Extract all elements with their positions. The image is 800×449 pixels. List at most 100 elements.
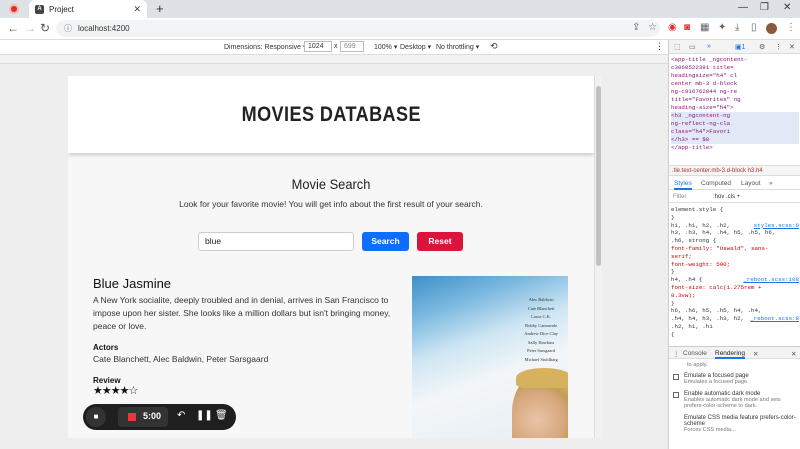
dimension-separator: x bbox=[334, 43, 338, 50]
styles-tabs: Styles Computed Layout » bbox=[669, 177, 800, 190]
render-option[interactable]: Enable automatic dark mode Enables automa… bbox=[673, 391, 799, 409]
render-option-desc: Emulates a focused page. bbox=[684, 379, 749, 385]
minimize-icon[interactable]: — bbox=[738, 2, 748, 13]
close-rendering-tab-icon[interactable]: ✕ bbox=[753, 350, 758, 358]
throttling-label: No throttling bbox=[436, 44, 474, 51]
back-icon[interactable]: ← bbox=[7, 21, 19, 35]
viewport-height-input[interactable]: 699 bbox=[340, 41, 364, 52]
sidebar-icon[interactable]: ▯ bbox=[751, 22, 757, 33]
elements-tree[interactable]: <app-title _ngcontent- c3060522391 title… bbox=[671, 56, 799, 152]
close-drawer-icon[interactable]: ✕ bbox=[791, 350, 796, 358]
recording-timer: 5:00 bbox=[143, 411, 162, 421]
actors-list: Cate Blanchett, Alec Baldwin, Peter Sars… bbox=[93, 354, 269, 364]
zoom-select[interactable]: 100% ▾ bbox=[374, 43, 397, 51]
code-line-selected: class="h4">Favori bbox=[671, 128, 799, 136]
close-tab-icon[interactable]: ✕ bbox=[133, 4, 141, 15]
extension-grid-icon[interactable]: ▦ bbox=[700, 22, 709, 33]
bookmark-star-icon[interactable]: ☆ bbox=[648, 22, 657, 33]
checkbox[interactable] bbox=[673, 392, 679, 398]
style-line: } bbox=[671, 213, 675, 221]
devtools-panel: ⬚ ▭ » ▣1 ⚙ ⋮ ✕ <app-title _ngcontent- c3… bbox=[668, 40, 800, 449]
poster-credit: Bobby Cannavale bbox=[525, 322, 558, 328]
browser-toolbar: ← → ↻ ⓘ localhost:4200 ⇪ ☆ ◉ ◙ ▦ ✦ ⤓ ▯ ⋮ bbox=[0, 18, 800, 40]
scrollbar-thumb[interactable] bbox=[596, 86, 601, 266]
reset-button[interactable]: Reset bbox=[417, 232, 463, 251]
viewport-scrollbar[interactable] bbox=[594, 76, 602, 438]
more-panels-icon[interactable]: » bbox=[707, 43, 711, 50]
poster-credit: Sally Hawkins bbox=[527, 339, 555, 345]
poster-credit: Peter Sarsgaard bbox=[527, 348, 556, 353]
rating-stars: ★★★★☆ bbox=[93, 385, 138, 397]
extensions-puzzle-icon[interactable]: ✦ bbox=[718, 22, 726, 33]
poster-credit: Andrew Dice Clay bbox=[524, 331, 558, 336]
throttling-select[interactable]: No throttling ▾ bbox=[436, 43, 479, 51]
filter-tools[interactable]: :hov .cls + bbox=[713, 194, 740, 200]
tab-styles[interactable]: Styles bbox=[674, 180, 692, 190]
checkbox[interactable] bbox=[673, 374, 679, 380]
devtools-menu-icon[interactable]: ⋮ bbox=[775, 43, 782, 51]
chrome-menu-icon[interactable]: ⋮ bbox=[786, 22, 796, 33]
tab-console[interactable]: Console bbox=[683, 350, 707, 357]
style-source-link[interactable]: _reboot.scss:108 bbox=[743, 276, 799, 284]
tab-more[interactable]: » bbox=[769, 180, 773, 187]
render-option-desc: Enables automatic dark mode and sets pre… bbox=[684, 397, 781, 409]
share-icon[interactable]: ⇪ bbox=[632, 22, 640, 33]
devtools-close-icon[interactable]: ✕ bbox=[789, 43, 795, 51]
dimensions-label: Dimensions: Responsive bbox=[224, 44, 302, 51]
viewport-width-input[interactable]: 1024 bbox=[304, 41, 332, 52]
dimensions-select[interactable]: Dimensions: Responsive ▾ bbox=[224, 43, 307, 51]
pocket-extension-icon[interactable]: ◉ bbox=[668, 22, 677, 33]
device-toggle-icon[interactable]: ▭ bbox=[689, 43, 696, 51]
new-tab-icon[interactable]: + bbox=[156, 1, 164, 16]
style-source-link[interactable]: _reboot.scss:8 bbox=[750, 315, 799, 323]
forward-icon[interactable]: → bbox=[24, 21, 36, 35]
maximize-icon[interactable]: ❐ bbox=[760, 2, 769, 13]
code-line-selected: <h3 _ngcontent-ng bbox=[671, 112, 799, 120]
pause-icon[interactable]: ❚❚ bbox=[196, 410, 213, 421]
browser-tab[interactable]: A Project ✕ bbox=[29, 0, 147, 18]
tab-rendering[interactable]: Rendering bbox=[715, 350, 745, 359]
poster-credit: Cate Blanchett bbox=[527, 305, 555, 311]
render-option[interactable]: Emulate CSS media feature prefers-color-… bbox=[673, 415, 799, 433]
render-option-title: Emulate CSS media feature prefers-color-… bbox=[684, 415, 796, 427]
search-section: Movie Search Look for your favorite movi… bbox=[68, 176, 594, 209]
site-info-icon[interactable]: ⓘ bbox=[64, 23, 72, 34]
reload-icon[interactable]: ↻ bbox=[40, 21, 50, 35]
address-bar[interactable]: ⓘ localhost:4200 bbox=[56, 20, 660, 37]
style-line: h6, .h6, h5, .h5, h4, .h4, _reboot.scss:8 bbox=[671, 307, 799, 322]
stop-recording-button[interactable]: 5:00 bbox=[118, 407, 168, 427]
recording-indicator-icon bbox=[9, 4, 19, 14]
elements-breadcrumb[interactable]: .tle.text-center.mb-3.d-block h3.h4 bbox=[669, 165, 800, 176]
download-icon[interactable]: ⤓ bbox=[735, 22, 739, 33]
undo-icon[interactable]: ↶ bbox=[177, 410, 185, 421]
search-input[interactable]: blue bbox=[198, 232, 354, 251]
delete-icon[interactable]: 🗑 bbox=[215, 410, 228, 421]
code-line: </app-title> bbox=[671, 144, 713, 151]
search-button[interactable]: Search bbox=[362, 232, 409, 251]
device-toolbar-menu-icon[interactable]: ⋮ bbox=[655, 41, 664, 52]
stop-square-icon bbox=[128, 413, 136, 421]
tab-computed[interactable]: Computed bbox=[701, 180, 731, 187]
rotate-icon[interactable]: ⟲ bbox=[490, 41, 498, 52]
styles-pane[interactable]: element.style { } h1, .h1, h2, .h2, style… bbox=[671, 206, 799, 339]
movie-description: A New York socialite, deeply troubled an… bbox=[93, 295, 391, 331]
issues-badge[interactable]: ▣1 bbox=[735, 43, 746, 51]
style-line: } bbox=[671, 268, 675, 276]
render-option[interactable]: Emulate a focused page Emulates a focused… bbox=[673, 373, 799, 385]
inspect-element-icon[interactable]: ⬚ bbox=[674, 43, 681, 51]
close-window-icon[interactable]: ✕ bbox=[783, 2, 791, 13]
extension-red-icon[interactable]: ◙ bbox=[684, 22, 690, 33]
styles-filter-bar: Filter :hov .cls + bbox=[669, 192, 800, 203]
settings-gear-icon[interactable]: ⚙ bbox=[759, 43, 765, 51]
style-line: { bbox=[671, 330, 675, 338]
profile-avatar[interactable] bbox=[766, 23, 777, 34]
tab-layout[interactable]: Layout bbox=[741, 180, 761, 187]
styles-filter-input[interactable]: Filter bbox=[673, 194, 686, 200]
poster-credit: Alec Baldwin bbox=[528, 297, 554, 302]
camera-icon[interactable]: ■ bbox=[86, 407, 106, 427]
style-line: h1, .h1, h2, .h2, styles.scss:9 bbox=[671, 222, 799, 230]
drawer-menu-icon[interactable]: ⋮ bbox=[673, 350, 680, 358]
device-type-select[interactable]: Desktop ▾ bbox=[400, 43, 431, 51]
style-source-link[interactable]: styles.scss:9 bbox=[754, 222, 799, 230]
style-selector: h1, .h1, h2, .h2, bbox=[671, 221, 731, 229]
